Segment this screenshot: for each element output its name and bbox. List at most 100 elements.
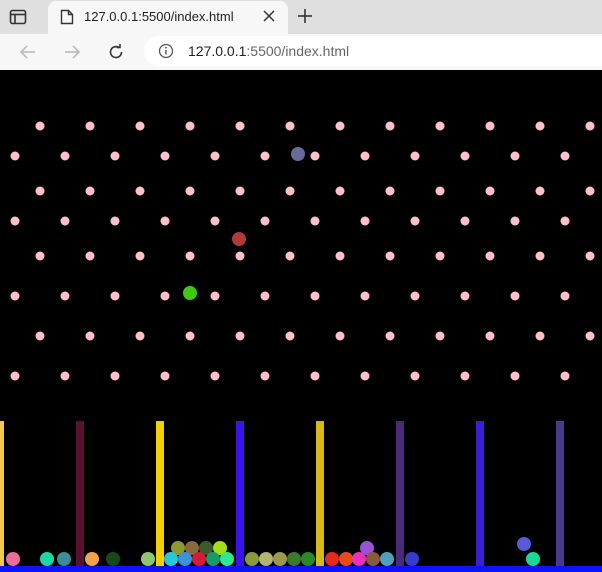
peg [385, 251, 395, 261]
peg [310, 151, 320, 161]
peg [85, 186, 95, 196]
peg [235, 121, 245, 131]
falling-ball [232, 232, 246, 246]
slot-divider [476, 421, 484, 568]
info-icon[interactable] [158, 43, 174, 59]
peg [160, 291, 170, 301]
peg [460, 371, 470, 381]
peg [310, 291, 320, 301]
peg [85, 251, 95, 261]
peg [10, 216, 20, 226]
peg [210, 216, 220, 226]
slot-divider [316, 421, 324, 568]
peg [535, 121, 545, 131]
peg [385, 121, 395, 131]
slot-divider [236, 421, 244, 568]
falling-ball [183, 286, 197, 300]
peg [360, 151, 370, 161]
peg [10, 371, 20, 381]
settled-ball [380, 552, 394, 566]
back-icon[interactable] [18, 42, 38, 62]
peg [535, 331, 545, 341]
slot-divider [156, 421, 164, 568]
peg [185, 251, 195, 261]
peg [560, 291, 570, 301]
settled-ball [192, 552, 206, 566]
settled-ball [141, 552, 155, 566]
peg [560, 151, 570, 161]
plinko-board [0, 121, 602, 572]
tab-strip: 127.0.0.1:5500/index.html [0, 0, 602, 34]
peg [110, 216, 120, 226]
browser-toolbar: 127.0.0.1:5500/index.html [0, 34, 602, 70]
peg [285, 121, 295, 131]
peg [535, 186, 545, 196]
peg [485, 121, 495, 131]
peg [360, 291, 370, 301]
peg [510, 151, 520, 161]
peg [460, 216, 470, 226]
peg [135, 251, 145, 261]
slot-divider [76, 421, 84, 568]
peg [260, 291, 270, 301]
peg [360, 216, 370, 226]
settled-ball [40, 552, 54, 566]
game-canvas[interactable] [0, 70, 602, 572]
settled-ball [164, 552, 178, 566]
close-tab-icon[interactable] [262, 9, 276, 23]
peg [260, 371, 270, 381]
settled-ball [85, 552, 99, 566]
peg [335, 251, 345, 261]
tab-title: 127.0.0.1:5500/index.html [84, 9, 234, 24]
peg [160, 151, 170, 161]
peg [385, 331, 395, 341]
peg [185, 186, 195, 196]
peg [235, 331, 245, 341]
address-bar[interactable]: 127.0.0.1:5500/index.html [144, 36, 602, 66]
peg [510, 216, 520, 226]
forward-icon[interactable] [62, 42, 82, 62]
peg [60, 216, 70, 226]
falling-ball [291, 147, 305, 161]
slot-divider [556, 421, 564, 568]
peg [435, 251, 445, 261]
peg [510, 291, 520, 301]
settled-ball [178, 552, 192, 566]
peg [435, 121, 445, 131]
peg [485, 331, 495, 341]
settled-ball [301, 552, 315, 566]
tab-actions-icon[interactable] [8, 7, 28, 27]
settled-ball [245, 552, 259, 566]
new-tab-icon[interactable] [296, 7, 314, 25]
peg [110, 291, 120, 301]
settled-ball [206, 552, 220, 566]
settled-ball [325, 552, 339, 566]
peg [385, 186, 395, 196]
url-text: 127.0.0.1:5500/index.html [188, 43, 349, 59]
peg [560, 371, 570, 381]
peg [410, 216, 420, 226]
peg [360, 371, 370, 381]
peg [485, 186, 495, 196]
peg [235, 251, 245, 261]
peg [285, 331, 295, 341]
peg [335, 331, 345, 341]
peg [585, 251, 595, 261]
peg [35, 251, 45, 261]
peg [285, 186, 295, 196]
peg [585, 121, 595, 131]
settled-ball [106, 552, 120, 566]
refresh-icon[interactable] [106, 42, 126, 62]
peg [10, 291, 20, 301]
peg [460, 151, 470, 161]
tab-active[interactable]: 127.0.0.1:5500/index.html [48, 1, 288, 34]
peg [585, 331, 595, 341]
slot-divider [396, 421, 404, 568]
peg [560, 216, 570, 226]
page-icon [60, 9, 74, 25]
peg [335, 186, 345, 196]
peg [460, 291, 470, 301]
peg [35, 121, 45, 131]
peg [35, 331, 45, 341]
peg [60, 291, 70, 301]
